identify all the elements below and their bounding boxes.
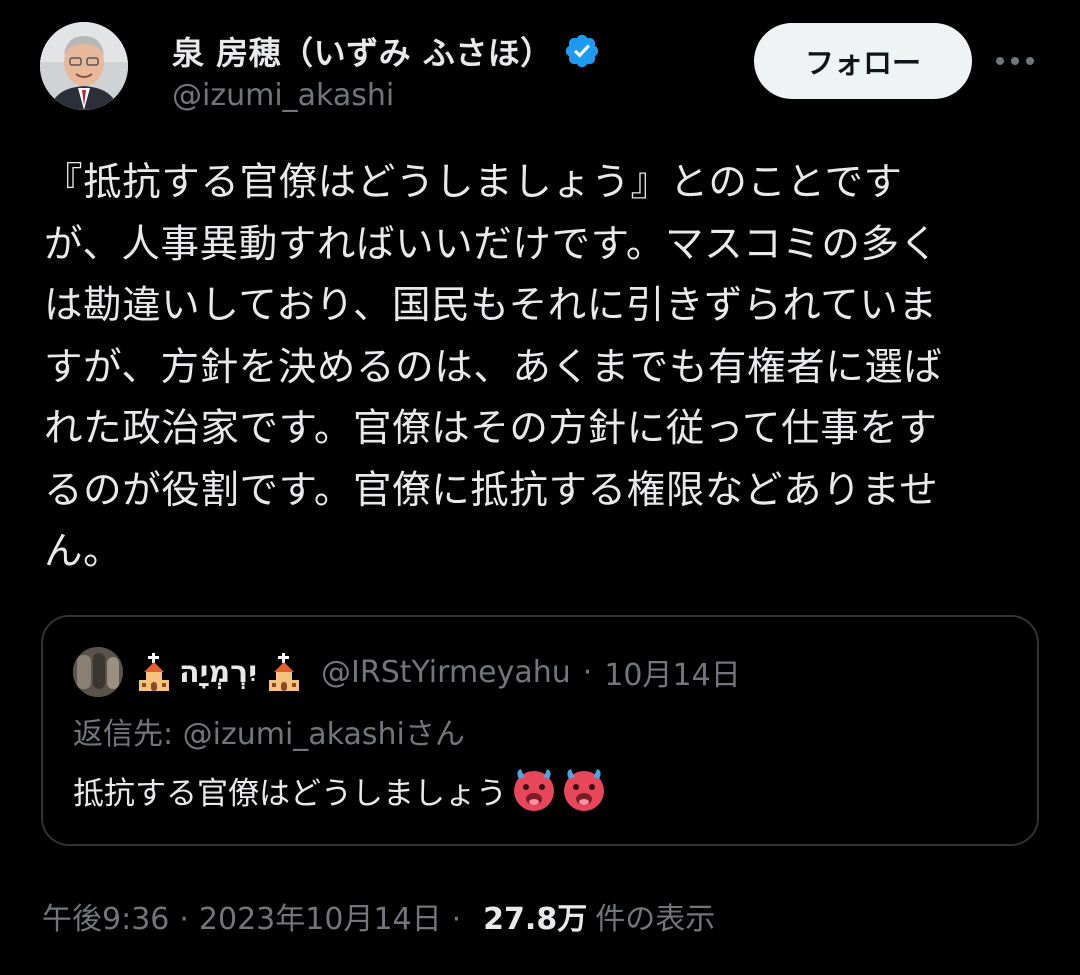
views-label: 件の表示 — [595, 902, 716, 937]
quoted-separator: · — [582, 654, 593, 690]
verified-badge-icon — [563, 32, 601, 70]
quoted-author-avatar[interactable] — [73, 647, 123, 697]
author-avatar[interactable] — [40, 22, 128, 110]
author-name-row: 泉 房穂（いずみ ふさほ） — [172, 28, 601, 74]
quoted-tweet[interactable]: יִרְמְיָה @IRStYirmeyahu · 10月14日 返信先: @… — [41, 615, 1039, 846]
views-count: 27.8万 — [483, 902, 588, 937]
tweet-meta: 午後9:36 · 2023年10月14日 · 27.8万 件の表示 — [42, 894, 715, 938]
church-icon — [137, 653, 171, 691]
quoted-text-row: 抵抗する官僚はどうしましょう — [73, 767, 607, 813]
meta-separator: · — [451, 902, 462, 937]
tweet-time[interactable]: 午後9:36 — [42, 894, 169, 938]
author-handle[interactable]: @izumi_akashi — [172, 78, 394, 113]
hot-face-icon — [511, 767, 557, 813]
quoted-tweet-header: יִרְמְיָה @IRStYirmeyahu · 10月14日 — [73, 647, 741, 697]
quoted-author-handle[interactable]: @IRStYirmeyahu — [321, 655, 571, 690]
quoted-date[interactable]: 10月14日 — [604, 650, 740, 694]
quoted-text: 抵抗する官僚はどうしましょう — [73, 775, 507, 812]
tweet-date[interactable]: 2023年10月14日 — [199, 894, 442, 938]
tweet-text: 『抵抗する官僚はどうしましょう』とのことです が、人事異動すればいいだけです。マ… — [44, 160, 943, 574]
quoted-author-display-name: יִרְמְיָה — [179, 654, 258, 690]
quoted-author-name[interactable]: יִרְמְיָה — [137, 653, 309, 691]
author-display-name[interactable]: 泉 房穂（いずみ ふさほ） — [172, 28, 553, 74]
follow-button[interactable]: フォロー — [754, 23, 972, 99]
meta-separator: · — [179, 902, 189, 937]
quoted-reply-to: 返信先: @izumi_akashiさん — [73, 717, 465, 752]
more-horizontal-icon[interactable] — [995, 46, 1035, 76]
hot-face-icon — [561, 767, 607, 813]
tweet-header: 泉 房穂（いずみ ふさほ） @izumi_akashi フォロー — [40, 22, 1040, 132]
church-icon — [267, 653, 301, 691]
